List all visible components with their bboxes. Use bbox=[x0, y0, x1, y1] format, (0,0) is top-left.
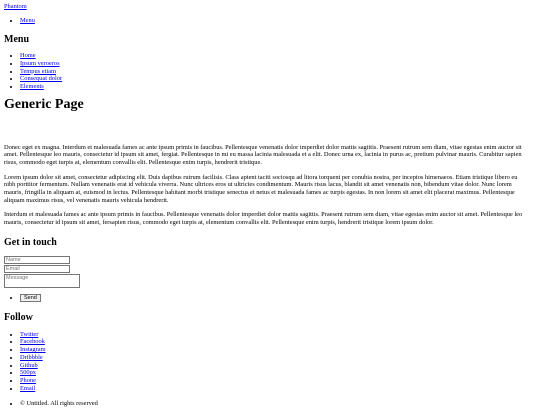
menu-item-elements[interactable]: Elements bbox=[20, 83, 44, 90]
menu-list: Home Ipsum veroeros Tempus etiam Consequ… bbox=[4, 52, 528, 90]
top-nav-item: Menu bbox=[20, 17, 528, 25]
send-button[interactable]: Send bbox=[20, 293, 41, 302]
message-textarea[interactable] bbox=[4, 273, 80, 288]
phone-link[interactable]: Phone bbox=[20, 377, 36, 384]
menu-item: Home bbox=[20, 52, 528, 60]
follow-links: Twitter Facebook Instagram Dribbble Gith… bbox=[4, 331, 528, 393]
500px-link[interactable]: 500px bbox=[20, 369, 36, 376]
menu-item: Elements bbox=[20, 83, 528, 91]
follow-heading: Follow bbox=[4, 311, 33, 323]
menu-item: Consequat dolor bbox=[20, 75, 528, 83]
dribbble-link[interactable]: Dribbble bbox=[20, 354, 43, 361]
contact-heading: Get in touch bbox=[4, 236, 57, 248]
logo-link[interactable]: Phantom bbox=[4, 3, 27, 10]
menu-item: Ipsum veroeros bbox=[20, 60, 528, 68]
form-actions: Send bbox=[4, 293, 528, 302]
github-link[interactable]: Github bbox=[20, 362, 38, 369]
facebook-link[interactable]: Facebook bbox=[20, 338, 45, 345]
email-input[interactable] bbox=[4, 264, 70, 273]
form-action-item: Send bbox=[20, 293, 528, 302]
follow-item: 500px bbox=[20, 369, 528, 377]
body-paragraph-1: Donec eget ex magna. Interdum et malesua… bbox=[4, 143, 522, 166]
menu-item: Tempus etiam bbox=[20, 68, 528, 76]
menu-item-home[interactable]: Home bbox=[20, 52, 36, 59]
follow-item: Instagram bbox=[20, 346, 528, 354]
follow-item: Email bbox=[20, 385, 528, 393]
menu-toggle-link[interactable]: Menu bbox=[20, 17, 35, 24]
instagram-link[interactable]: Instagram bbox=[20, 346, 46, 353]
name-input[interactable] bbox=[4, 255, 70, 264]
follow-item: Phone bbox=[20, 377, 528, 385]
twitter-link[interactable]: Twitter bbox=[20, 331, 38, 338]
page-title: Generic Page bbox=[4, 96, 84, 112]
follow-item: Dribbble bbox=[20, 354, 528, 362]
page: Phantom Menu Menu Home Ipsum veroeros Te… bbox=[0, 0, 532, 408]
body-paragraph-2: Lorem ipsum dolor sit amet, consectetur … bbox=[4, 173, 518, 204]
email-link[interactable]: Email bbox=[20, 385, 35, 392]
menu-item-tempus-etiam[interactable]: Tempus etiam bbox=[20, 68, 56, 75]
body-paragraph-3: Interdum et malesuada fames ac ante ipsu… bbox=[4, 211, 523, 227]
follow-item: Facebook bbox=[20, 338, 528, 346]
header: Phantom bbox=[4, 3, 528, 11]
copyright-text: © Untitled. All rights reserved bbox=[20, 400, 528, 408]
contact-form: Send bbox=[4, 255, 528, 302]
follow-item: Twitter bbox=[20, 331, 528, 339]
top-nav: Menu bbox=[4, 17, 528, 25]
menu-item-ipsum-veroeros[interactable]: Ipsum veroeros bbox=[20, 60, 60, 67]
menu-heading: Menu bbox=[4, 34, 29, 46]
footer: © Untitled. All rights reserved bbox=[4, 400, 528, 408]
follow-item: Github bbox=[20, 362, 528, 370]
menu-item-consequat-dolor[interactable]: Consequat dolor bbox=[20, 75, 62, 82]
